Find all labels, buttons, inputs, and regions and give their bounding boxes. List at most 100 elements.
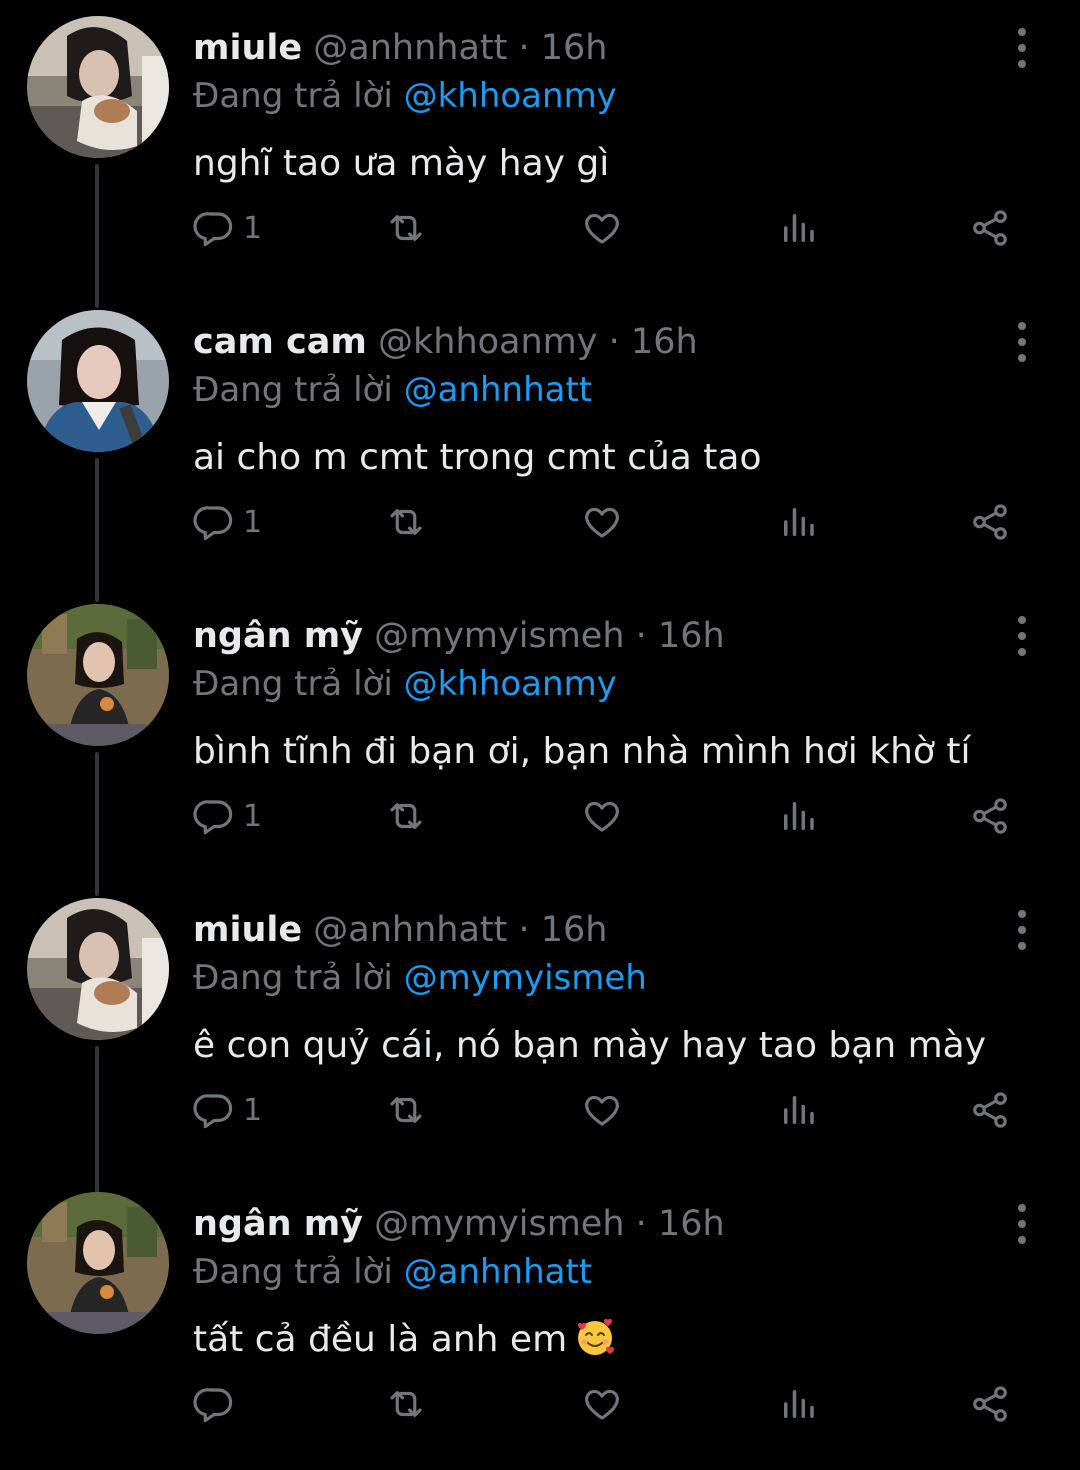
more-vertical-icon [1018,616,1026,624]
tweet-text: ê con quỷ cái, nó bạn mày hay tao bạn mà… [193,1025,987,1066]
separator-dot: · [635,1204,647,1244]
separator-dot: · [518,28,530,68]
share-icon [973,504,1007,540]
reply-count: 1 [243,210,263,246]
retweet-button[interactable] [385,788,427,844]
timestamp[interactable]: 16h [658,1204,725,1244]
replying-to-handle[interactable]: @anhnhatt [404,370,593,410]
views-button[interactable] [777,788,819,844]
tweet-actions: 1 [193,1082,1033,1138]
share-icon [973,210,1007,246]
like-button[interactable] [581,788,623,844]
share-button[interactable] [969,1082,1011,1138]
views-button[interactable] [777,494,819,550]
avatar[interactable] [27,898,169,1040]
more-vertical-icon [1018,28,1026,36]
tweet[interactable]: ngân mỹ @mymyismeh · 16h Đang trả lời @a… [0,1176,1080,1470]
user-handle[interactable]: @mymyismeh [374,1204,624,1244]
tweet[interactable]: miule @anhnhatt · 16h Đang trả lời @mymy… [0,882,1080,1176]
reply-icon [193,800,233,835]
reply-count: 1 [243,798,263,834]
more-options-button[interactable] [1004,28,1040,68]
like-button[interactable] [581,1376,623,1432]
tweet[interactable]: ngân mỹ @mymyismeh · 16h Đang trả lời @k… [0,588,1080,882]
heart-icon [585,801,619,832]
reply-button[interactable]: 1 [193,1082,262,1138]
reply-icon [193,1094,233,1129]
more-options-button[interactable] [1004,322,1040,362]
timestamp[interactable]: 16h [658,616,725,656]
more-options-button[interactable] [1004,616,1040,656]
share-button[interactable] [969,200,1011,256]
reply-button[interactable]: 1 [193,788,262,844]
tweet-text: bình tĩnh đi bạn ơi, bạn nhà mình hơi kh… [193,731,971,772]
retweet-icon [390,803,422,829]
retweet-button[interactable] [385,494,427,550]
replying-to-label: Đang trả lời [193,1252,393,1292]
user-handle[interactable]: @mymyismeh [374,616,624,656]
tweet-text: nghĩ tao ưa mày hay gì [193,143,610,184]
avatar-image-camcam [27,310,169,452]
replying-to-handle[interactable]: @khhoanmy [404,664,617,704]
like-button[interactable] [581,200,623,256]
user-handle[interactable]: @anhnhatt [313,28,507,68]
more-vertical-icon [1018,910,1026,918]
views-icon [784,508,814,536]
views-button[interactable] [777,1376,819,1432]
retweet-icon [390,1097,422,1123]
tweet-header: cam cam @khhoanmy · 16h [193,318,698,366]
user-handle[interactable]: @khhoanmy [378,322,598,362]
display-name[interactable]: ngân mỹ [193,1204,363,1244]
retweet-button[interactable] [385,200,427,256]
views-button[interactable] [777,1082,819,1138]
more-options-button[interactable] [1004,910,1040,950]
share-icon [973,1386,1007,1422]
avatar[interactable] [27,1192,169,1334]
avatar[interactable] [27,310,169,452]
reply-icon [193,1388,233,1423]
views-icon [784,1390,814,1418]
tweet-header: miule @anhnhatt · 16h [193,906,607,954]
retweet-icon [390,215,422,241]
timestamp[interactable]: 16h [541,910,608,950]
retweet-button[interactable] [385,1376,427,1432]
user-handle[interactable]: @anhnhatt [313,910,507,950]
retweet-button[interactable] [385,1082,427,1138]
replying-to-handle[interactable]: @mymyismeh [404,958,647,998]
timestamp[interactable]: 16h [631,322,698,362]
replying-to-handle[interactable]: @khhoanmy [404,76,617,116]
tweet[interactable]: miule @anhnhatt · 16h Đang trả lời @khho… [0,0,1080,294]
views-icon [784,802,814,830]
separator-dot: · [518,910,530,950]
tweet[interactable]: cam cam @khhoanmy · 16h Đang trả lời @an… [0,294,1080,588]
timestamp[interactable]: 16h [541,28,608,68]
tweet-actions: 1 [193,494,1033,550]
retweet-icon [390,509,422,535]
share-button[interactable] [969,1376,1011,1432]
reply-button[interactable]: 1 [193,200,262,256]
replying-to-label: Đang trả lời [193,370,393,410]
views-icon [784,214,814,242]
reply-button[interactable] [193,1376,243,1432]
share-button[interactable] [969,788,1011,844]
share-button[interactable] [969,494,1011,550]
like-button[interactable] [581,494,623,550]
reply-button[interactable]: 1 [193,494,262,550]
heart-icon [585,1095,619,1126]
reply-count: 1 [243,504,263,540]
avatar[interactable] [27,604,169,746]
replying-to-handle[interactable]: @anhnhatt [404,1252,593,1292]
more-options-button[interactable] [1004,1204,1040,1244]
replying-to-label: Đang trả lời [193,664,393,704]
share-icon [973,1092,1007,1128]
display-name[interactable]: ngân mỹ [193,616,363,656]
display-name[interactable]: miule [193,28,302,68]
like-button[interactable] [581,1082,623,1138]
retweet-icon [390,1391,422,1417]
avatar-image-nganmy [27,604,169,746]
replying-to-label: Đang trả lời [193,958,393,998]
avatar[interactable] [27,16,169,158]
display-name[interactable]: miule [193,910,302,950]
display-name[interactable]: cam cam [193,322,367,362]
views-button[interactable] [777,200,819,256]
